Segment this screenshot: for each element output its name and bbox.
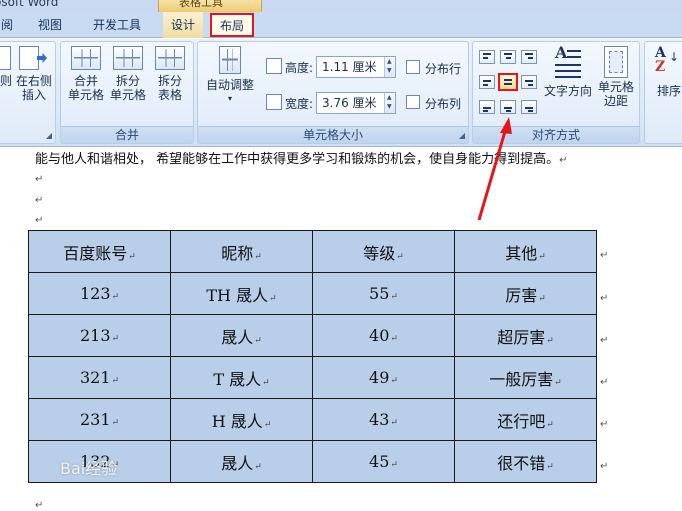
annotation-arrow-head xyxy=(500,117,512,134)
annotation-arrow-shaft xyxy=(477,127,508,221)
watermark-logo: Bai经验 xyxy=(60,459,118,478)
annotation-arrow xyxy=(477,117,512,221)
